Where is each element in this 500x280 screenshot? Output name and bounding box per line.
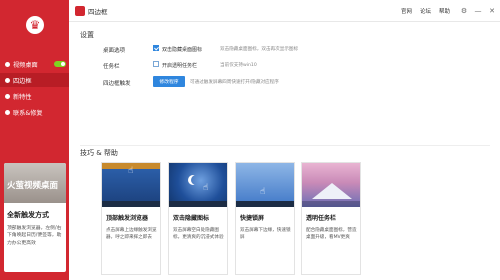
desktop-options-label: 桌面选项 <box>103 48 126 54</box>
promo-title: 全新触发方式 <box>7 211 49 219</box>
minimize-icon[interactable]: — <box>472 6 484 16</box>
sidebar-item-four-borders[interactable]: 四边框 <box>0 73 69 87</box>
tip-card-hide-icons[interactable]: ☝ 双击隐藏图标 双击屏幕空白处隐藏图标，更清爽的沉浸式体验 <box>168 162 228 275</box>
four-borders-icon <box>5 77 10 83</box>
hand-pointer-icon: ☝ <box>260 187 266 197</box>
link-forum[interactable]: 论坛 <box>420 7 431 15</box>
hide-icons-option[interactable]: 双击隐藏桌面图标 <box>162 46 202 53</box>
hand-pointer-icon: ☝ <box>128 166 134 176</box>
promo-card[interactable]: 火萤视频桌面 全新触发方式 顶部触发浏览器，左侧/右下角唤起日历/便签等，助力办… <box>4 163 66 272</box>
promo-description: 顶部触发浏览器，左侧/右下角唤起日历/便签等，助力办公更高效 <box>7 226 62 246</box>
card-title: 双击隐藏图标 <box>173 215 210 222</box>
link-help[interactable]: 帮助 <box>439 7 450 15</box>
taskbar-strip <box>102 201 160 207</box>
contact-icon <box>5 109 10 115</box>
sidebar-item-label: 四边框 <box>13 77 32 85</box>
card-title: 透明任务栏 <box>306 215 337 222</box>
sidebar-nav: 视频桌面 四边框 新特性 联系&修复 <box>0 57 69 119</box>
tip-card-transparent-taskbar[interactable]: 透明任务栏 配合隐藏桌面图标，营造桌面升级，看MV更爽 <box>301 162 361 275</box>
taskbar-label: 任务栏 <box>103 64 120 70</box>
title-bar: 四边框 官网 论坛 帮助 ⚙ — ✕ <box>69 0 500 22</box>
app-logo: ♛ <box>26 16 44 34</box>
sidebar-item-label: 视频桌面 <box>13 61 38 69</box>
tip-image-lock: ☝ <box>236 163 294 207</box>
card-description: 双击屏幕空白处隐藏图标，更清爽的沉浸式体验 <box>173 228 224 241</box>
taskbar-strip <box>236 201 294 207</box>
tip-card-top-browser[interactable]: ☝ 顶部触发浏览器 点击屏幕上边缘触发浏览器，呼之即来挥之即去 <box>101 162 161 275</box>
tip-image-hide-icons: ☝ <box>169 163 227 207</box>
card-title: 顶部触发浏览器 <box>106 215 149 222</box>
close-icon[interactable]: ✕ <box>486 6 498 16</box>
promo-image-text: 火萤视频桌面 <box>7 181 59 191</box>
tip-image-mountain <box>302 163 360 207</box>
settings-gear-icon[interactable]: ⚙ <box>458 6 470 16</box>
promo-image: 火萤视频桌面 <box>4 163 66 203</box>
four-border-trigger-label: 四边框触发 <box>103 81 131 87</box>
card-description: 配合隐藏桌面图标，营造桌面升级，看MV更爽 <box>306 228 357 241</box>
tip-card-quick-lock[interactable]: ☝ 快捷锁屏 双击屏幕下边缘，快速锁屏 <box>235 162 295 275</box>
window-title: 四边框 <box>88 8 108 16</box>
sidebar-item-contact-repair[interactable]: 联系&修复 <box>0 105 69 119</box>
video-desktop-icon <box>5 61 10 67</box>
logo-crown-icon: ♛ <box>29 18 41 32</box>
taskbar-hint: 当前仅支持win10 <box>220 63 257 68</box>
taskbar-strip <box>169 201 227 207</box>
top-links: 官网 论坛 帮助 ⚙ — ✕ <box>401 6 500 16</box>
link-official-site[interactable]: 官网 <box>401 7 412 15</box>
tip-image-browser: ☝ <box>102 163 160 207</box>
settings-title: 设置 <box>80 31 94 39</box>
video-desktop-toggle[interactable] <box>54 61 66 67</box>
card-title: 快捷锁屏 <box>240 215 265 222</box>
hide-icons-checkbox[interactable] <box>153 45 159 51</box>
new-features-icon <box>5 93 10 99</box>
moon-icon <box>191 175 201 185</box>
transparent-taskbar-checkbox[interactable] <box>153 61 159 67</box>
card-description: 双击屏幕下边缘，快速锁屏 <box>240 228 291 241</box>
app-icon <box>75 6 85 16</box>
desktop-options-hint: 双击隐藏桌面图标，双击再次显示图标 <box>220 47 299 52</box>
sidebar-item-label: 新特性 <box>13 93 32 101</box>
sidebar-item-video-desktop[interactable]: 视频桌面 <box>0 57 69 71</box>
trigger-hint: 可通过触发屏幕四周快速打开/隐藏对应程序 <box>190 80 279 85</box>
sidebar-item-label: 联系&修复 <box>13 109 43 117</box>
modify-program-button[interactable]: 修改程序 <box>153 76 185 87</box>
transparent-taskbar-strip <box>302 201 360 207</box>
sidebar-item-new-features[interactable]: 新特性 <box>0 89 69 103</box>
section-divider <box>80 145 490 146</box>
hand-pointer-icon: ☝ <box>203 183 209 193</box>
sidebar: ♛ 视频桌面 四边框 新特性 联系&修复 火萤视频桌面 全新触发方式 顶部触发浏… <box>0 0 69 280</box>
tips-title: 技巧 & 帮助 <box>80 149 118 157</box>
mountain-shape <box>312 183 352 199</box>
transparent-taskbar-option[interactable]: 开启透明任务栏 <box>162 62 197 69</box>
card-description: 点击屏幕上边缘触发浏览器，呼之即来挥之即去 <box>106 228 157 241</box>
